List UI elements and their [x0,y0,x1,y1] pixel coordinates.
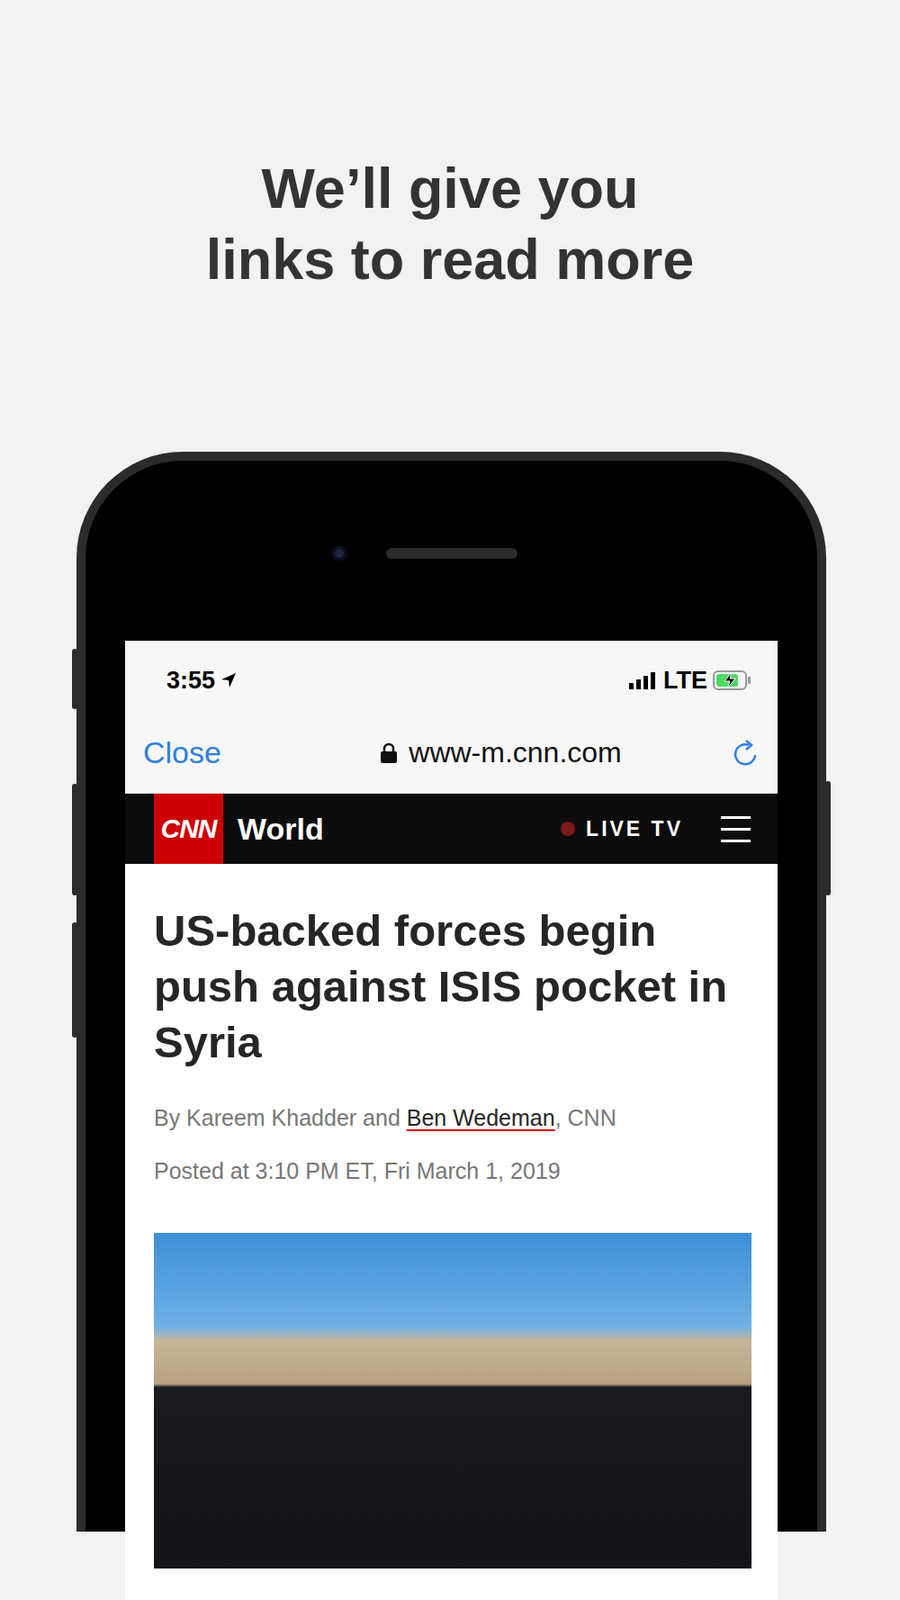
cnn-logo[interactable]: CNN [153,793,224,864]
heading-line: links to read more [206,224,695,296]
phone-frame: 3:55 LTE Close www-m.cnn.com CNN World LIVE TV… [76,451,827,1532]
byline-suffix: , CNN [555,1105,617,1131]
phone-screen: 3:55 LTE Close www-m.cnn.com CNN World LIVE TV… [125,640,778,1600]
section-title[interactable]: World [237,811,561,847]
camera-icon [332,546,347,561]
close-button[interactable]: Close [143,735,306,771]
live-tv-link[interactable]: LIVE TV [560,817,684,842]
battery-icon [712,670,753,691]
site-nav: CNN World LIVE TV [125,793,778,864]
side-button [72,648,78,710]
author-link[interactable]: Ben Wedeman [406,1105,556,1131]
side-button [72,922,78,1038]
network-label: LTE [663,666,708,695]
article: US-backed forces begin push against ISIS… [125,864,778,1569]
article-photo [153,1233,752,1569]
posted-date: Posted at 3:10 PM ET, Fri March 1, 2019 [153,1154,751,1188]
power-button [825,781,831,896]
reload-icon[interactable] [732,738,760,768]
byline-prefix: By Kareem Khadder and [153,1105,407,1131]
promo-heading: We’ll give youlinks to read more [0,0,900,296]
signal-icon [629,671,658,690]
byline: By Kareem Khadder and Ben Wedeman, CNN [153,1101,751,1134]
location-icon [220,672,237,689]
charging-bolt-icon [724,672,736,689]
status-bar: 3:55 LTE [125,640,778,713]
headline: US-backed forces begin push against ISIS… [153,902,751,1071]
status-right: LTE [629,666,753,695]
live-tv-label: LIVE TV [585,817,684,842]
lock-icon [379,742,398,765]
side-button [72,783,78,896]
menu-icon[interactable] [720,816,751,843]
browser-toolbar: Close www-m.cnn.com [125,712,778,794]
url-field[interactable]: www-m.cnn.com [305,736,697,770]
url-text: www-m.cnn.com [408,736,621,770]
sensor-row [125,546,778,561]
speaker-icon [386,548,518,559]
live-dot-icon [560,821,576,837]
status-time: 3:55 [166,666,216,695]
heading-line: We’ll give you [261,153,639,225]
status-left: 3:55 [166,666,237,695]
phone-bezel: 3:55 LTE Close www-m.cnn.com CNN World LIVE TV… [85,460,818,1532]
